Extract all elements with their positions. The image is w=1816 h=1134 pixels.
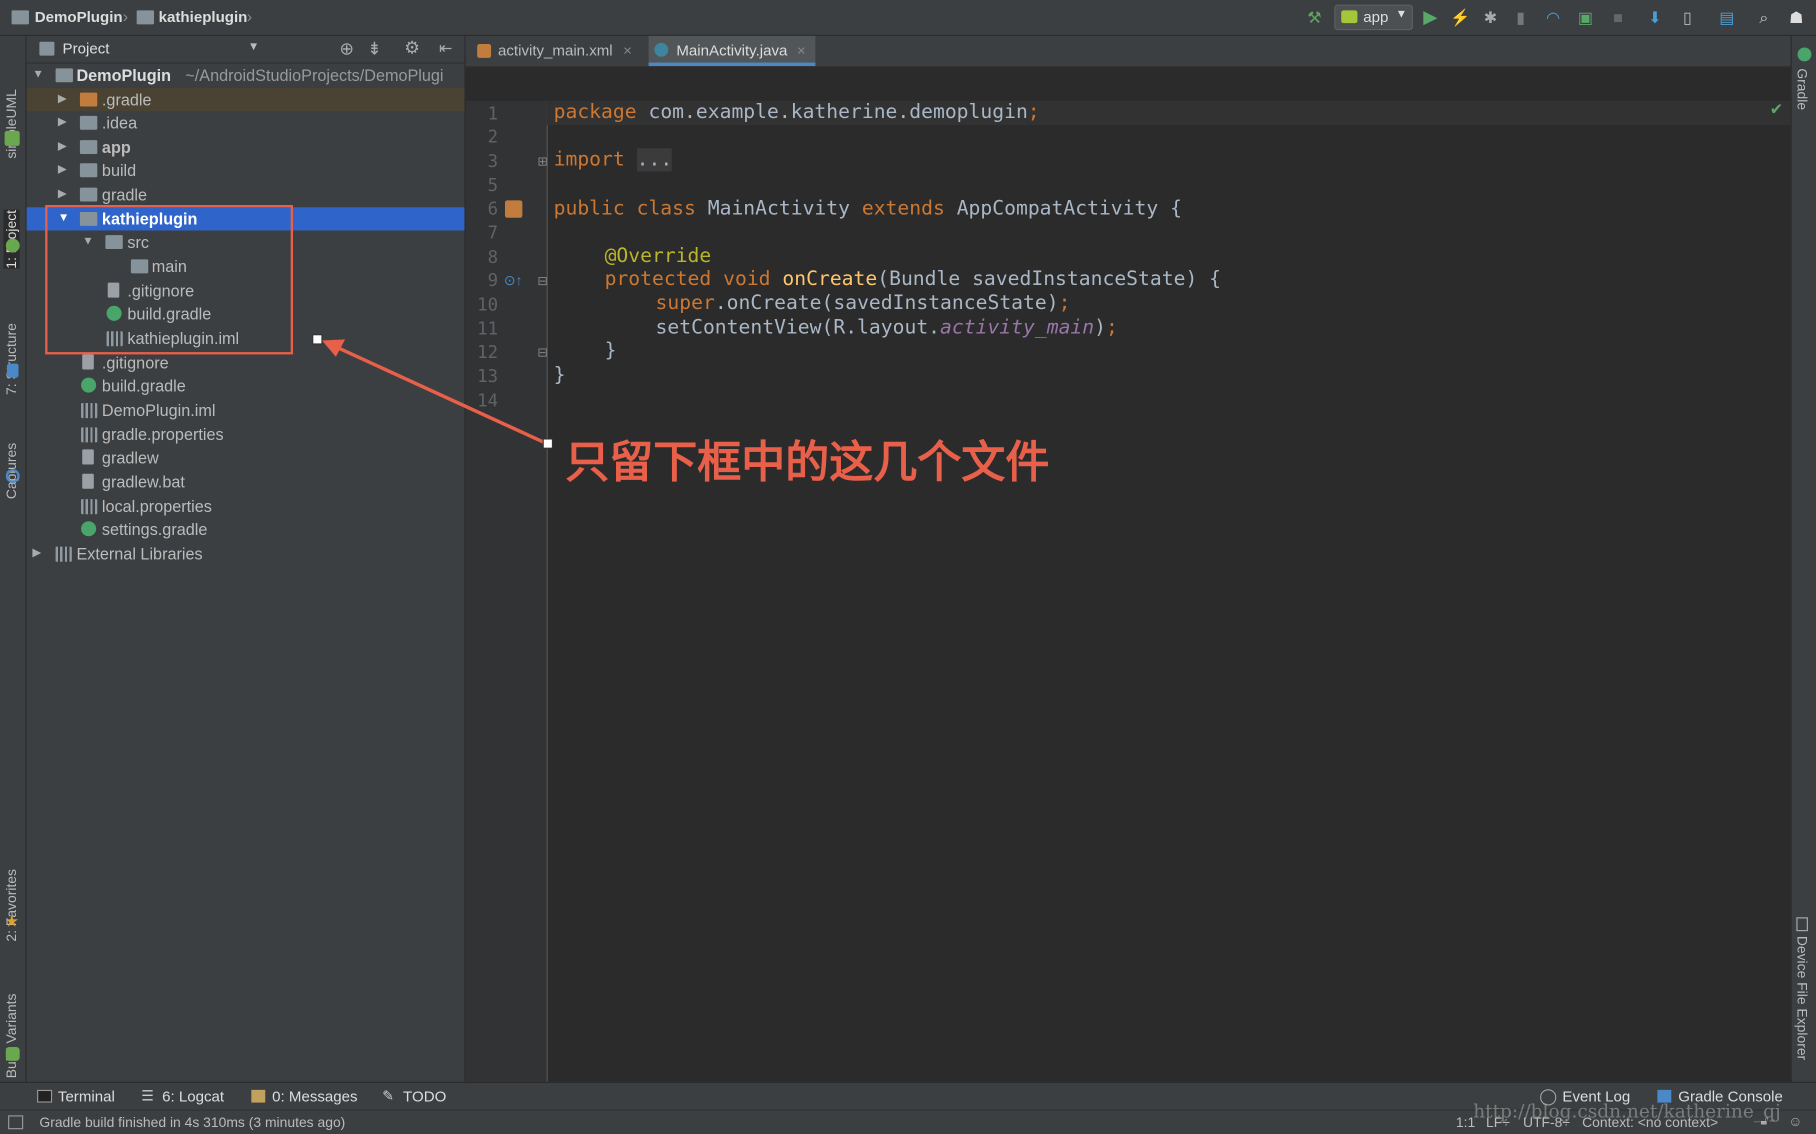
tab-todo[interactable]: TODO bbox=[403, 1088, 446, 1105]
tab-logcat[interactable]: 6: Logcat bbox=[162, 1088, 224, 1105]
status-message[interactable]: Gradle build finished in 4s 310ms (3 min… bbox=[39, 1114, 345, 1130]
messages-icon bbox=[251, 1089, 266, 1103]
inspector-icon[interactable]: ☺ bbox=[1788, 1113, 1802, 1129]
watermark: http://blog.csdn.net/katherine_qj bbox=[1473, 1100, 1781, 1123]
panel-toggle-icon[interactable] bbox=[8, 1115, 24, 1130]
logcat-icon: ☰ bbox=[141, 1087, 154, 1104]
tab-terminal[interactable]: Terminal bbox=[58, 1088, 115, 1105]
annotation-text: 只留下框中的这几个文件 bbox=[565, 438, 1050, 488]
callout-arrow bbox=[312, 334, 554, 449]
tab-messages[interactable]: 0: Messages bbox=[272, 1088, 357, 1105]
todo-icon: ✎ bbox=[382, 1087, 394, 1104]
terminal-icon bbox=[37, 1089, 53, 1103]
